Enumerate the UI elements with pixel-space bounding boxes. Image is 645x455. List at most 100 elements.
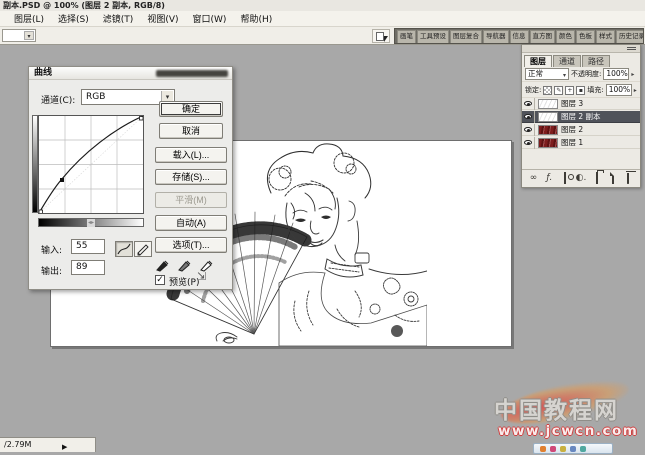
delete-layer-icon[interactable] bbox=[622, 173, 635, 184]
input-gradient-bar[interactable]: ◂▸ bbox=[38, 218, 144, 227]
collapse-icon[interactable] bbox=[627, 47, 636, 50]
menu-help[interactable]: 帮助(H) bbox=[234, 11, 278, 26]
spinner-icon[interactable]: ▸ bbox=[634, 87, 637, 94]
curves-dialog: 曲线 通道(C): RGB ▾ ◂▸ 输入: 55 输出: 89 确定 取消 载 bbox=[28, 66, 233, 290]
cancel-button[interactable]: 取消 bbox=[159, 123, 223, 139]
palette-grab-bar[interactable] bbox=[522, 45, 640, 53]
eye-icon bbox=[524, 101, 532, 106]
lock-all-icon[interactable]: ▪ bbox=[576, 86, 585, 95]
layer-thumbnail[interactable] bbox=[538, 138, 558, 148]
tab-layer-comps[interactable]: 图层复合 bbox=[450, 30, 482, 43]
gray-point-eyedropper bbox=[179, 261, 190, 271]
tab-history[interactable]: 历史记录 bbox=[616, 30, 644, 43]
layer-thumbnail[interactable] bbox=[538, 112, 558, 122]
neck-collar bbox=[325, 221, 369, 277]
visibility-toggle[interactable] bbox=[522, 98, 535, 110]
blend-mode-select[interactable]: 正常 ▾ bbox=[525, 68, 569, 80]
layer-row[interactable]: 图层 2 副本 bbox=[522, 111, 640, 123]
preview-checkbox[interactable]: ✓ bbox=[155, 275, 165, 285]
output-field[interactable]: 89 bbox=[71, 260, 105, 275]
qipao bbox=[279, 269, 427, 346]
options-bar: ▾ 画笔 工具预设 图层复合 导航器 信息 直方图 颜色 色板 样式 历史记录 bbox=[0, 27, 645, 45]
layer-style-icon[interactable]: ƒ. bbox=[543, 173, 556, 184]
menu-select[interactable]: 选择(S) bbox=[52, 11, 95, 26]
layer-thumbnail[interactable] bbox=[538, 125, 558, 135]
curves-dialog-title: 曲线 bbox=[34, 68, 52, 78]
tab-color[interactable]: 颜色 bbox=[556, 30, 575, 43]
status-bar: /2.79M ▶ bbox=[0, 437, 96, 452]
opacity-field[interactable]: 100% bbox=[603, 68, 629, 80]
new-group-icon[interactable] bbox=[590, 173, 603, 184]
menu-window[interactable]: 窗口(W) bbox=[187, 11, 233, 26]
resize-grip-icon[interactable]: ⇲ bbox=[197, 270, 211, 283]
menu-view[interactable]: 视图(V) bbox=[141, 11, 184, 26]
curves-dialog-titlebar[interactable]: 曲线 bbox=[29, 67, 232, 80]
layers-palette-tabs: 图层 通道 路径 bbox=[522, 53, 640, 67]
face bbox=[286, 198, 355, 247]
layer-mask-icon[interactable] bbox=[559, 173, 572, 184]
tab-tool-presets[interactable]: 工具预设 bbox=[417, 30, 449, 43]
input-field[interactable]: 55 bbox=[71, 239, 105, 254]
curve-point bbox=[60, 178, 64, 182]
layers-palette: 图层 通道 路径 正常 ▾ 不透明度: 100% ▸ 锁定: ✎ + ▪ 填充:… bbox=[521, 44, 641, 188]
tab-channels[interactable]: 通道 bbox=[553, 55, 581, 67]
layer-row[interactable]: 图层 1 bbox=[522, 137, 640, 149]
visibility-toggle[interactable] bbox=[522, 111, 535, 123]
chevron-down-icon: ▾ bbox=[563, 71, 566, 81]
save-button[interactable]: 存储(S)... bbox=[155, 169, 227, 185]
auto-button[interactable]: 自动(A) bbox=[155, 215, 227, 231]
visibility-toggle[interactable] bbox=[522, 137, 535, 149]
layer-name[interactable]: 图层 2 bbox=[561, 124, 583, 135]
status-arrow-icon[interactable]: ▶ bbox=[62, 440, 67, 454]
tab-styles[interactable]: 样式 bbox=[596, 30, 615, 43]
fill-label: 填充: bbox=[587, 85, 603, 95]
menu-filter[interactable]: 滤镜(T) bbox=[97, 11, 140, 26]
tab-swatches[interactable]: 色板 bbox=[576, 30, 595, 43]
blend-row: 正常 ▾ 不透明度: 100% ▸ bbox=[522, 67, 640, 82]
layer-row[interactable]: 图层 2 bbox=[522, 124, 640, 136]
tab-layers[interactable]: 图层 bbox=[524, 55, 552, 67]
lock-row: 锁定: ✎ + ▪ 填充: 100% ▸ bbox=[522, 83, 640, 98]
eye-icon bbox=[524, 140, 532, 145]
spinner-icon[interactable]: ▸ bbox=[631, 71, 634, 78]
fill-field[interactable]: 100% bbox=[606, 84, 632, 96]
lock-paint-icon[interactable]: ✎ bbox=[554, 86, 563, 95]
layer-name[interactable]: 图层 1 bbox=[561, 137, 583, 148]
hand bbox=[216, 333, 237, 344]
input-label: 输入: bbox=[41, 243, 62, 256]
file-browser-icon[interactable] bbox=[372, 29, 390, 43]
eye-icon bbox=[524, 127, 532, 132]
layer-thumbnail[interactable] bbox=[538, 99, 558, 109]
pencil-tool[interactable] bbox=[134, 241, 152, 257]
eye-icon bbox=[524, 114, 532, 119]
gradient-flip-icon[interactable]: ◂▸ bbox=[87, 219, 95, 227]
tab-navigator[interactable]: 导航器 bbox=[483, 30, 509, 43]
tab-paths[interactable]: 路径 bbox=[582, 55, 610, 67]
tab-info[interactable]: 信息 bbox=[510, 30, 529, 43]
layer-name[interactable]: 图层 2 副本 bbox=[561, 111, 601, 122]
point-curve-tool[interactable] bbox=[115, 241, 133, 257]
palette-well: 画笔 工具预设 图层复合 导航器 信息 直方图 颜色 色板 样式 历史记录 bbox=[394, 28, 644, 44]
smooth-button: 平滑(M) bbox=[155, 192, 227, 208]
tab-brushes[interactable]: 画笔 bbox=[397, 30, 416, 43]
ok-button[interactable]: 确定 bbox=[159, 101, 223, 117]
output-label: 输出: bbox=[41, 264, 62, 277]
curve-grid[interactable] bbox=[38, 115, 144, 214]
black-point-eyedropper bbox=[157, 261, 168, 271]
blurred-watermark bbox=[156, 70, 228, 77]
layer-name[interactable]: 图层 3 bbox=[561, 98, 583, 109]
link-layers-icon[interactable]: ∞ bbox=[527, 173, 540, 184]
tool-options-combo[interactable]: ▾ bbox=[2, 29, 36, 42]
tab-histogram[interactable]: 直方图 bbox=[530, 30, 556, 43]
adjustment-layer-icon[interactable]: ◐. bbox=[574, 173, 587, 184]
lock-move-icon[interactable]: + bbox=[565, 86, 574, 95]
chevron-down-icon: ▾ bbox=[24, 31, 34, 40]
layer-row[interactable]: 图层 3 bbox=[522, 98, 640, 110]
options-button[interactable]: 选项(T)... bbox=[155, 237, 227, 253]
lock-transparency-icon[interactable] bbox=[543, 86, 552, 95]
menu-layer[interactable]: 图层(L) bbox=[8, 11, 50, 26]
visibility-toggle[interactable] bbox=[522, 124, 535, 136]
new-layer-icon[interactable] bbox=[606, 173, 619, 184]
preview-label: 预览(P) bbox=[169, 275, 199, 288]
load-button[interactable]: 载入(L)... bbox=[155, 147, 227, 163]
